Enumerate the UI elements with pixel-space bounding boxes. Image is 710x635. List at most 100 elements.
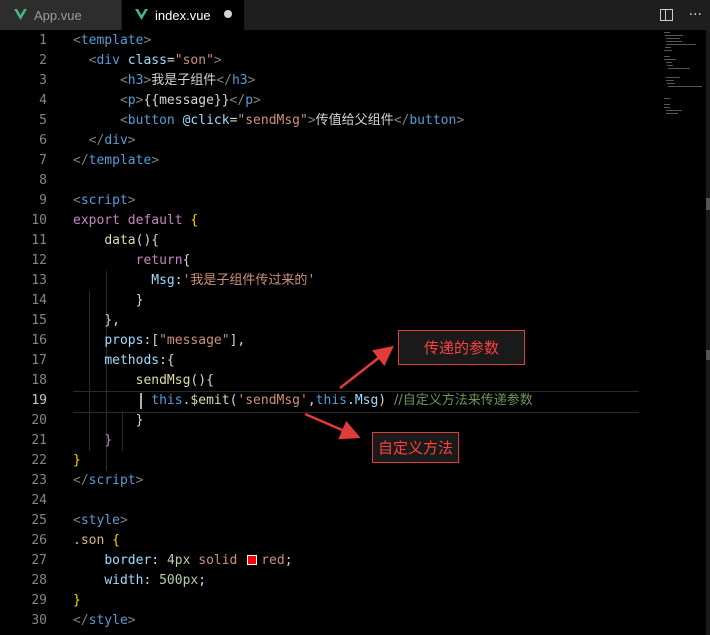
color-swatch-icon[interactable] [247, 555, 258, 565]
code-line: 28 width: 500px; [0, 571, 640, 591]
line-number: 28 [31, 573, 47, 588]
line-number: 4 [39, 93, 47, 108]
annotation-params-label: 传递的参数 [398, 330, 525, 365]
code-text: width: 500px; [104, 573, 207, 588]
line-number: 17 [31, 353, 47, 368]
code-text: export default { [73, 213, 199, 228]
code-line: 30 </style> [0, 611, 640, 631]
line-number: 20 [31, 413, 47, 428]
line-number: 13 [31, 273, 47, 288]
code-text: <style> [73, 513, 128, 528]
line-number: 6 [39, 133, 47, 148]
code-line: 16 props:["message"], [0, 331, 640, 351]
code-text: data(){ [104, 233, 160, 248]
code-line: 3 <h3>我是子组件</h3> [0, 71, 640, 91]
code-line: 4 <p>{{message}}</p> [0, 91, 640, 111]
code-text: <h3>我是子组件</h3> [119, 73, 256, 88]
code-line: 11 data(){ [0, 231, 640, 251]
code-text: methods:{ [104, 353, 175, 368]
code-line: 6 </div> [0, 131, 640, 151]
code-text: }, [104, 313, 120, 328]
code-line-active: 19 this.$emit('sendMsg',this.Msg) //自定义方… [0, 391, 640, 413]
vue-icon [14, 9, 27, 20]
code-line: 9 <script> [0, 191, 640, 211]
line-number: 19 [31, 393, 47, 408]
code-text: border: 4px solid red; [104, 553, 293, 568]
code-editor[interactable]: 1 <template> 2 <div class="son"> 3 <h3>我是… [0, 30, 710, 635]
line-number: 22 [31, 453, 47, 468]
unsaved-dot-icon[interactable] [224, 10, 232, 18]
tab-index-vue[interactable]: index.vue [122, 0, 244, 30]
code-text: </script> [73, 473, 144, 488]
code-line: 22} [0, 451, 640, 471]
line-number: 15 [31, 313, 47, 328]
line-number: 24 [31, 493, 47, 508]
code-line: 10 export default { [0, 211, 640, 231]
code-text: <div class="son"> [88, 53, 222, 68]
line-number: 1 [39, 33, 47, 48]
code-text: .son { [73, 533, 120, 548]
code-line: 15 }, [0, 311, 640, 331]
editor-actions: ··· [659, 0, 702, 30]
code-line: 17 methods:{ [0, 351, 640, 371]
code-text: } [73, 593, 81, 608]
code-text: return{ [135, 253, 191, 268]
more-actions-icon[interactable]: ··· [689, 7, 702, 23]
split-editor-icon[interactable] [659, 9, 673, 21]
line-number: 23 [31, 473, 47, 488]
vertical-scrollbar[interactable] [706, 30, 710, 635]
tab-app-vue[interactable]: App.vue [0, 0, 122, 30]
text-cursor [140, 393, 142, 409]
code-line: 12 return{ [0, 251, 640, 271]
line-number: 26 [31, 533, 47, 548]
code-text: <script> [73, 193, 136, 208]
line-number: 16 [31, 333, 47, 348]
code-line: 7 </template> [0, 151, 640, 171]
code-text: } [104, 433, 113, 448]
line-number: 29 [31, 593, 47, 608]
line-number: 5 [39, 113, 47, 128]
code-line: 24 [0, 491, 640, 511]
code-text: </div> [88, 133, 136, 148]
code-line: 8 [0, 171, 640, 191]
code-line: 1 <template> [0, 31, 640, 51]
line-number: 3 [39, 73, 47, 88]
line-number: 21 [31, 433, 47, 448]
code-line: 20 } [0, 411, 640, 431]
line-number: 14 [31, 293, 47, 308]
code-line: 29} [0, 591, 640, 611]
code-text: } [135, 293, 144, 308]
code-lines: 1 <template> 2 <div class="son"> 3 <h3>我是… [0, 31, 640, 631]
line-number: 30 [31, 613, 47, 628]
code-line: 5 <button @click="sendMsg">传值给父组件</butto… [0, 111, 640, 131]
line-number: 25 [31, 513, 47, 528]
tab-bar: App.vue index.vue ··· [0, 0, 710, 30]
minimap-lines [664, 32, 702, 114]
line-number: 7 [39, 153, 47, 168]
code-line: 21 } [0, 431, 640, 451]
line-number: 10 [31, 213, 47, 228]
tab-label: index.vue [155, 7, 211, 23]
code-text: </style> [73, 613, 136, 628]
code-line: 27 border: 4px solid red; [0, 551, 640, 571]
minimap[interactable] [632, 32, 702, 122]
code-text: <template> [73, 33, 152, 48]
code-text: <p>{{message}}</p> [119, 93, 261, 108]
code-line: 26 .son { [0, 531, 640, 551]
line-number: 2 [39, 53, 47, 68]
code-line: 25 <style> [0, 511, 640, 531]
code-line: 23 </script> [0, 471, 640, 491]
line-number: 18 [31, 373, 47, 388]
code-text: Msg:'我是子组件传过来的' [151, 273, 316, 288]
code-text: } [135, 413, 144, 428]
scrollbar-marker [706, 350, 710, 360]
line-number: 12 [31, 253, 47, 268]
line-number: 8 [39, 173, 47, 188]
scrollbar-marker [706, 198, 710, 210]
code-line: 14 } [0, 291, 640, 311]
tab-label: App.vue [34, 7, 82, 23]
code-text: </template> [73, 153, 160, 168]
annotation-method-label: 自定义方法 [372, 432, 459, 463]
line-number: 27 [31, 553, 47, 568]
line-number: 11 [31, 233, 47, 248]
